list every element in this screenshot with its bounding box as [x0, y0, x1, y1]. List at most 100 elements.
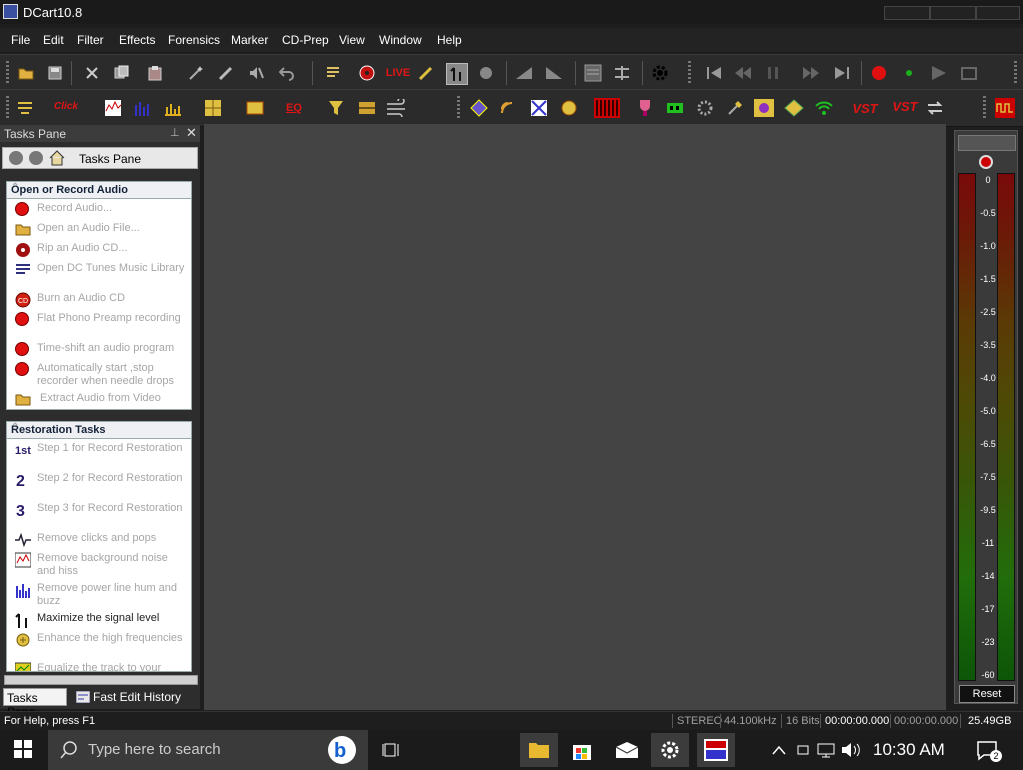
effect-pyramid-icon[interactable] [784, 98, 804, 118]
record-button-icon[interactable] [869, 63, 889, 83]
vst-icon[interactable]: VST [850, 98, 880, 118]
open-icon[interactable] [16, 63, 36, 83]
close-icon[interactable]: ✕ [186, 125, 197, 141]
menu-help[interactable]: Help [437, 33, 462, 47]
filter-funnel-icon[interactable] [326, 98, 346, 118]
minimize-button[interactable] [884, 6, 930, 20]
live-icon[interactable]: LIVE [386, 63, 410, 83]
effect-cross-icon[interactable] [529, 98, 549, 118]
eq-icon[interactable]: EQ [282, 98, 306, 118]
stop-round-icon[interactable] [476, 63, 496, 83]
settings-icon[interactable] [651, 733, 689, 767]
collapse-icon[interactable]: ⌃ [11, 182, 187, 193]
section-header[interactable]: Restoration Tasks ⌃ [7, 422, 191, 439]
magic-wand-icon[interactable] [186, 63, 206, 83]
task-view-icon[interactable] [377, 736, 407, 764]
toolbar-grip[interactable] [1014, 61, 1017, 85]
undo-icon[interactable] [277, 63, 297, 83]
fade-in-icon[interactable] [514, 63, 534, 83]
mute-icon[interactable] [246, 63, 266, 83]
effect-music-icon[interactable] [754, 98, 774, 118]
effect-brush-icon[interactable] [725, 98, 745, 118]
clock-time[interactable]: 10:30 AM [873, 740, 945, 760]
menu-cd-prep[interactable]: CD-Prep [282, 33, 329, 47]
menu-edit[interactable]: Edit [43, 33, 64, 47]
splitter-icon[interactable] [203, 98, 223, 118]
vst-chain-icon[interactable] [925, 98, 945, 118]
fade-out-icon[interactable] [544, 63, 564, 83]
tab-fast-edit-history[interactable]: Fast Edit History [93, 690, 181, 708]
back-icon[interactable] [9, 151, 23, 165]
effect-grid-icon[interactable] [665, 98, 685, 118]
effect-wave-icon[interactable] [499, 98, 519, 118]
menu-file[interactable]: File [11, 33, 30, 47]
fe-icon[interactable] [583, 63, 603, 83]
menu-filter[interactable]: Filter [77, 33, 104, 47]
tab-tasks-pane[interactable]: Tasks Pane [3, 688, 67, 719]
dcart-taskbar-icon[interactable] [697, 733, 735, 767]
skip-end-icon[interactable] [832, 63, 852, 83]
windows-start-icon[interactable] [8, 735, 38, 763]
taskbar-search[interactable]: Type here to search b [48, 730, 368, 770]
click-filter-icon[interactable]: Click [52, 95, 80, 119]
loop-icon[interactable] [959, 63, 979, 83]
file-explorer-icon[interactable] [520, 733, 558, 767]
close-button[interactable] [976, 6, 1020, 20]
menu-marker[interactable]: Marker [231, 33, 268, 47]
pin-icon[interactable]: ⊥ [170, 126, 180, 139]
histogram-icon[interactable] [163, 98, 183, 118]
menu-view[interactable]: View [339, 33, 365, 47]
menu-effects[interactable]: Effects [119, 33, 155, 47]
forward-icon[interactable] [29, 151, 43, 165]
rewind-icon[interactable] [733, 63, 753, 83]
maximize-button[interactable] [930, 6, 976, 20]
menu-window[interactable]: Window [379, 33, 422, 47]
effect-circle-icon[interactable] [559, 98, 579, 118]
effect-bars-icon[interactable] [594, 98, 620, 118]
collapse-icon[interactable]: ⌃ [11, 422, 187, 433]
pencil-icon[interactable] [216, 63, 236, 83]
menu-forensics[interactable]: Forensics [168, 33, 220, 47]
meter-reset-button[interactable]: Reset [959, 685, 1015, 703]
save-icon[interactable] [45, 63, 65, 83]
tuning-fork-icon[interactable] [416, 63, 436, 83]
audio-workspace[interactable] [204, 124, 946, 710]
monitor-icon[interactable] [899, 63, 919, 83]
pause-icon[interactable] [763, 63, 783, 83]
playlist-icon[interactable] [324, 63, 344, 83]
effect-gear-icon[interactable] [695, 98, 715, 118]
batch-icon[interactable] [15, 98, 35, 118]
vst-add-remove-icon[interactable]: VST [890, 96, 920, 116]
bar-graph-icon[interactable] [133, 98, 153, 118]
fast-forward-icon[interactable] [801, 63, 821, 83]
home-icon[interactable] [49, 150, 65, 166]
bing-icon[interactable]: b [328, 736, 356, 764]
tasks-scrollbar[interactable] [4, 675, 198, 685]
skip-start-icon[interactable] [704, 63, 724, 83]
effect-signal-icon[interactable] [814, 98, 834, 118]
clip-indicator-icon[interactable] [979, 155, 993, 169]
cut-icon[interactable] [82, 63, 102, 83]
frequency-icon[interactable] [357, 98, 377, 118]
toolbar-grip[interactable] [6, 96, 9, 120]
normalize-icon[interactable] [446, 63, 468, 85]
paste-icon[interactable] [145, 63, 165, 83]
volume-icon[interactable] [836, 736, 866, 764]
toolbar-grip[interactable] [457, 96, 460, 120]
effect-diamond-icon[interactable] [469, 98, 489, 118]
copy-icon[interactable] [112, 63, 132, 83]
cd-record-icon[interactable] [357, 63, 377, 83]
chart-line-icon[interactable] [245, 98, 265, 118]
toolbar-grip[interactable] [6, 61, 9, 85]
play-icon[interactable] [929, 63, 949, 83]
spectrum-icon[interactable] [103, 98, 123, 118]
settings-gear-icon[interactable] [650, 63, 670, 83]
store-icon[interactable] [567, 736, 597, 764]
wind-icon[interactable] [386, 98, 406, 118]
toolbar-grip[interactable] [983, 96, 986, 120]
section-header[interactable]: Open or Record Audio ⌃ [7, 182, 191, 199]
split-icon[interactable] [612, 63, 632, 83]
mail-icon[interactable] [612, 736, 642, 764]
toolbar-grip[interactable] [688, 61, 691, 85]
waveform-view-icon[interactable] [995, 98, 1015, 118]
